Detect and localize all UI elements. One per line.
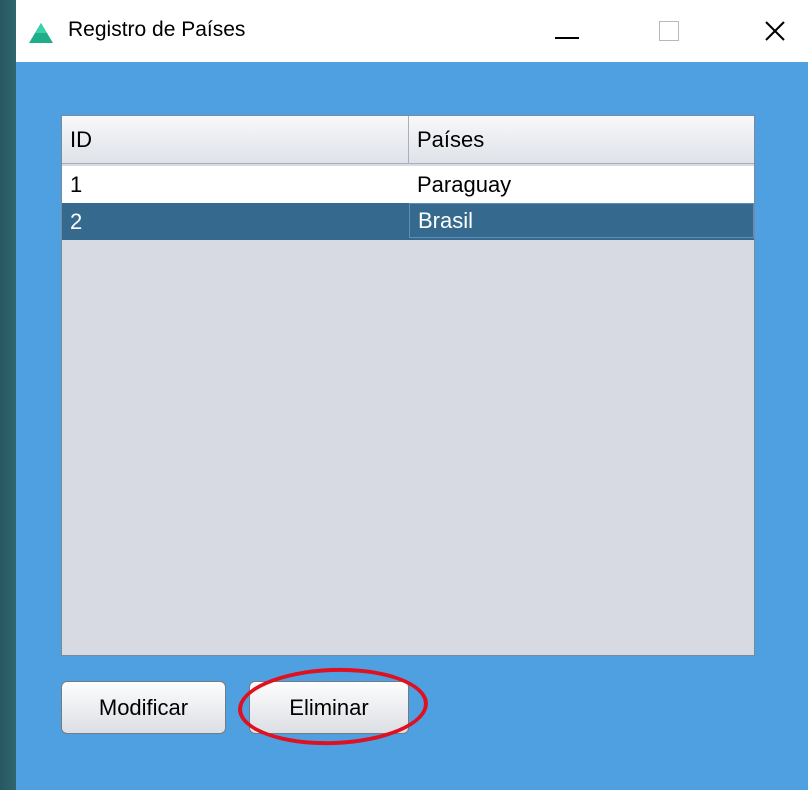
table-row-selected[interactable]: 2 Brasil [62,203,754,240]
table-cell-pais[interactable]: Paraguay [409,166,754,203]
table-cell-pais[interactable]: Brasil [409,203,754,238]
table-cell-id[interactable]: 1 [62,166,409,203]
modificar-button[interactable]: Modificar [61,681,226,734]
app-window: Registro de Países ID Países 1 Paraguay … [16,0,808,790]
window-title: Registro de Países [68,18,246,41]
close-icon [765,21,785,41]
desktop-background [0,0,16,790]
table-cell-id[interactable]: 2 [62,203,409,240]
mountain-logo-icon [29,23,53,43]
minimize-icon [555,37,579,39]
highlight-annotation-ring [236,664,430,749]
column-header-paises[interactable]: Países [409,116,754,163]
column-header-id[interactable]: ID [62,116,409,163]
minimize-button[interactable] [536,0,598,62]
maximize-icon [659,21,679,41]
table-row[interactable]: 1 Paraguay [62,166,754,203]
maximize-button[interactable] [638,0,700,62]
table-header: ID Países [62,116,754,164]
title-bar[interactable]: Registro de Países [16,0,808,62]
close-button[interactable] [744,0,806,62]
